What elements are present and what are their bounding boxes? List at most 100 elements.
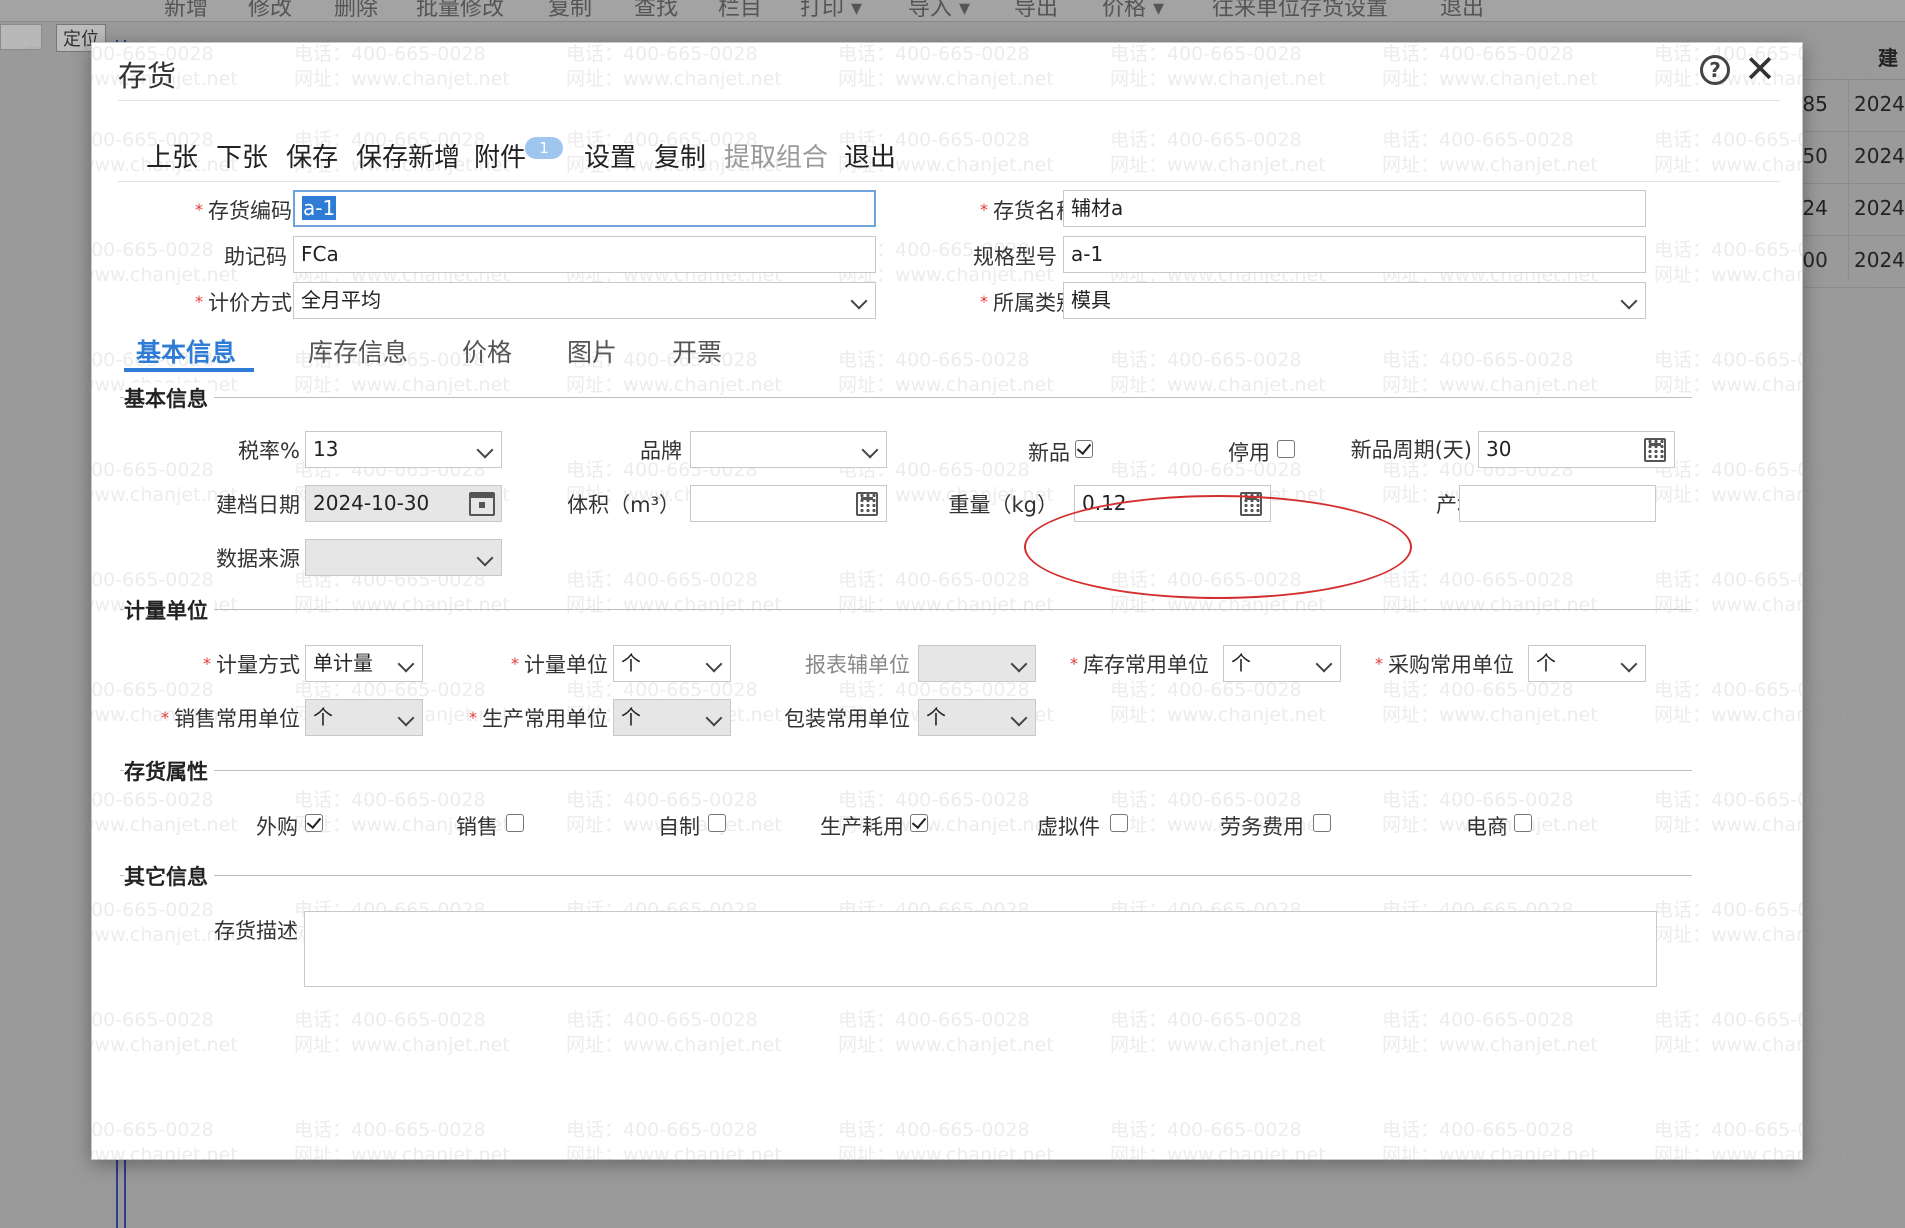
grid-cell: 2024- — [1854, 92, 1905, 116]
description-textarea[interactable] — [304, 911, 1657, 987]
stock-unit-value: 个 — [1231, 651, 1251, 675]
spec-input[interactable]: a-1 — [1063, 236, 1646, 273]
tab-price[interactable]: 价格 — [462, 333, 512, 369]
bg-copy-button[interactable]: 复制 — [548, 0, 592, 22]
bg-exit-button[interactable]: 退出 — [1440, 0, 1484, 22]
weight-input[interactable]: 0.12 — [1074, 485, 1271, 522]
table-row[interactable]: .50 2024- — [1790, 132, 1905, 184]
category-select[interactable]: 模具 — [1063, 282, 1646, 319]
prev-button[interactable]: 上张 — [146, 137, 198, 174]
table-row[interactable]: .00 2024- — [1790, 236, 1905, 288]
attr-virtual-checkbox[interactable] — [1110, 814, 1128, 832]
watermark-text: 电话：400-665-0028网址：www.chanjet.net — [566, 1119, 782, 1166]
table-row[interactable]: .24 2024- — [1790, 184, 1905, 236]
bg-export-button[interactable]: 导出 — [1014, 0, 1058, 22]
attr-self-made-checkbox[interactable] — [708, 814, 726, 832]
bg-edit-button[interactable]: 修改 — [248, 0, 292, 22]
bg-batch-edit-button[interactable]: 批量修改 — [416, 0, 504, 22]
settings-button[interactable]: 设置 — [584, 137, 636, 174]
attr-purchase-checkbox[interactable] — [305, 814, 323, 832]
unit-value: 个 — [621, 651, 641, 675]
bg-print-button[interactable]: 打印 ▾ — [800, 0, 862, 22]
watermark-text: 电话：400-665-0028网址：www.chanjet.net — [1382, 43, 1598, 90]
section-title-other: 其它信息 — [124, 861, 214, 891]
tax-select[interactable]: 13 — [305, 431, 502, 468]
bg-search-input[interactable] — [0, 24, 42, 50]
name-input[interactable]: 辅材a — [1063, 190, 1646, 227]
attr-ecommerce-label: 电商 — [1466, 815, 1508, 839]
exit-button[interactable]: 退出 — [844, 137, 896, 174]
stock-unit-select[interactable]: 个 — [1223, 645, 1341, 682]
tab-basic-info[interactable]: 基本信息 — [136, 333, 236, 369]
spec-label: 规格型号 — [973, 245, 1057, 269]
attr-virtual-label: 虚拟件 — [1037, 815, 1100, 839]
mnemonic-input[interactable]: FCa — [293, 236, 876, 273]
new-cycle-input[interactable]: 30 — [1478, 431, 1675, 468]
unit-select[interactable]: 个 — [613, 645, 731, 682]
next-button[interactable]: 下张 — [216, 137, 268, 174]
bg-import-button[interactable]: 导入 ▾ — [908, 0, 970, 22]
calendar-icon[interactable] — [469, 492, 495, 516]
name-label: * 存货名称 — [980, 199, 1077, 223]
attr-labor-label: 劳务费用 — [1220, 815, 1304, 839]
attr-ecommerce-checkbox[interactable] — [1514, 814, 1532, 832]
chevron-down-icon — [705, 655, 723, 673]
chevron-down-icon — [476, 441, 494, 459]
data-source-label: 数据来源 — [216, 547, 300, 571]
calculator-icon[interactable] — [1644, 438, 1666, 462]
package-unit-label: 包装常用单位 — [784, 707, 910, 731]
chevron-down-icon — [850, 292, 868, 310]
chevron-down-icon — [397, 655, 415, 673]
attr-production-use-label: 生产耗用 — [820, 815, 904, 839]
attr-labor-checkbox[interactable] — [1313, 814, 1331, 832]
tab-stock-info[interactable]: 库存信息 — [308, 333, 408, 369]
save-button[interactable]: 保存 — [286, 137, 338, 174]
help-icon[interactable]: ? — [1700, 55, 1730, 85]
watermark-text: 电话：400-665-0028网址：www.chanjet.net — [1382, 349, 1598, 396]
bg-partner-settings-button[interactable]: 往来单位存货设置 — [1212, 0, 1388, 22]
report-unit-select[interactable] — [918, 645, 1036, 682]
created-date-input[interactable]: 2024-10-30 — [305, 485, 502, 522]
bg-delete-button[interactable]: 删除 — [334, 0, 378, 22]
disabled-checkbox[interactable] — [1277, 440, 1295, 458]
close-icon[interactable]: ✕ — [1742, 50, 1778, 88]
attr-sales-checkbox[interactable] — [506, 814, 524, 832]
package-unit-select[interactable]: 个 — [918, 699, 1036, 736]
new-product-checkbox[interactable] — [1075, 440, 1093, 458]
watermark-text: 电话：400-665-0028网址：www.chanjet.net — [1382, 1009, 1598, 1056]
attr-production-use-checkbox[interactable] — [910, 814, 928, 832]
watermark-text: 电话：400-665-0028网址：www.chanjet.net — [1110, 1009, 1326, 1056]
tab-images[interactable]: 图片 — [567, 333, 617, 369]
code-input[interactable]: a-1 — [293, 190, 876, 227]
watermark-text: 电话：400-665-0028网址：www.chanjet.net — [1654, 459, 1870, 506]
bg-add-button[interactable]: 新增 — [164, 0, 208, 22]
attachment-button[interactable]: 附件 — [474, 137, 526, 174]
volume-input[interactable] — [690, 485, 887, 522]
watermark-text: 电话：400-665-0028网址：www.chanjet.net — [566, 569, 782, 616]
purchase-unit-select[interactable]: 个 — [1528, 645, 1646, 682]
bg-find-button[interactable]: 查找 — [634, 0, 678, 22]
brand-select[interactable] — [690, 431, 887, 468]
volume-label: 体积（m³） — [567, 493, 680, 517]
watermark-text: 电话：400-665-0028网址：www.chanjet.net — [1110, 349, 1326, 396]
watermark-text: 电话：400-665-0028网址：www.chanjet.net — [22, 1009, 238, 1056]
purchase-unit-label: * 采购常用单位 — [1375, 653, 1514, 677]
calculator-icon[interactable] — [1240, 492, 1262, 516]
calculator-icon[interactable] — [856, 492, 878, 516]
tab-invoicing[interactable]: 开票 — [672, 333, 722, 369]
unit-method-select[interactable]: 单计量 — [305, 645, 423, 682]
extract-combo-button[interactable]: 提取组合 — [724, 137, 828, 174]
save-new-button[interactable]: 保存新增 — [356, 137, 460, 174]
code-label: * 存货编码 — [195, 199, 292, 223]
sales-unit-select[interactable]: 个 — [305, 699, 423, 736]
copy-button[interactable]: 复制 — [654, 137, 706, 174]
pricing-select[interactable]: 全月平均 — [293, 282, 876, 319]
data-source-select[interactable] — [305, 539, 502, 576]
production-unit-select[interactable]: 个 — [613, 699, 731, 736]
table-row[interactable]: .85 2024- — [1790, 80, 1905, 132]
bg-columns-button[interactable]: 栏目 — [718, 0, 762, 22]
bg-price-button[interactable]: 价格 ▾ — [1102, 0, 1164, 22]
bg-data-grid: 建 .85 2024- .50 2024- .24 2024- .00 2024… — [1790, 40, 1905, 288]
watermark-text: 电话：400-665-0028网址：www.chanjet.net — [838, 1119, 1054, 1166]
origin-input[interactable] — [1459, 485, 1656, 522]
